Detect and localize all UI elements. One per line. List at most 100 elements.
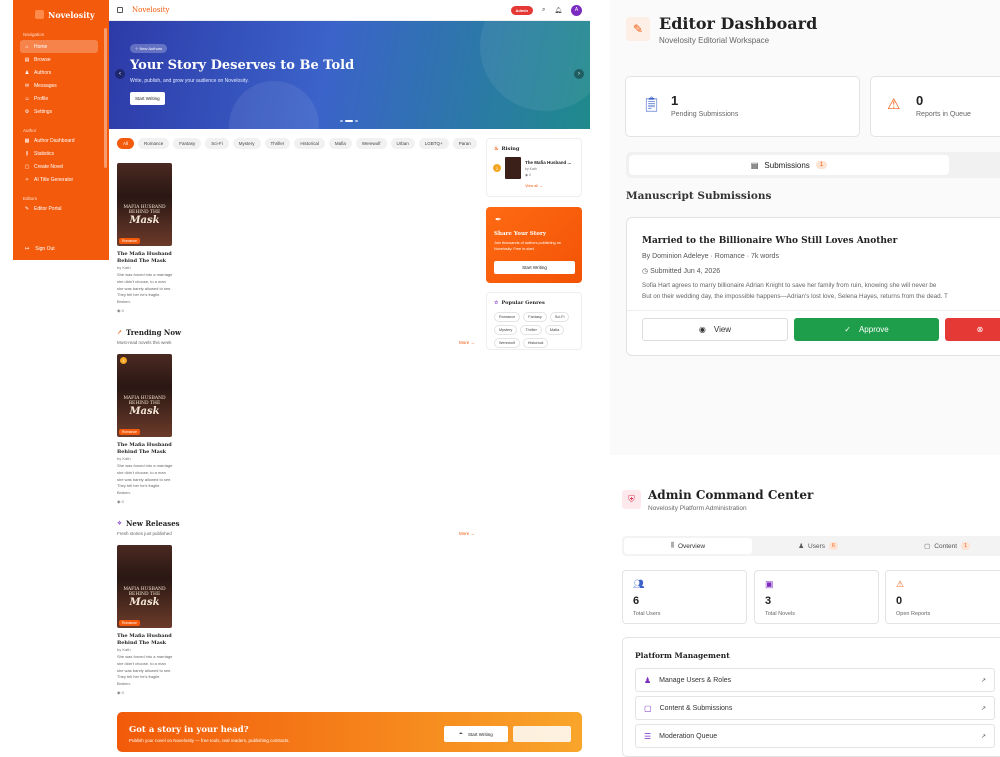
eye-icon: ◉ <box>698 325 706 334</box>
genre-pill[interactable]: Mystery <box>494 325 518 335</box>
tab-submissions[interactable]: ▤ Submissions 1 <box>629 155 949 175</box>
content-icon: ▢ <box>644 703 652 713</box>
sidebar-item-ai-title-generator[interactable]: ✧ AI Title Generator <box>20 173 98 186</box>
new-releases-subtitle: Fresh stories just published <box>117 531 172 536</box>
genre-pill[interactable]: Werewolf <box>494 338 520 348</box>
cta-subtitle: Publish your novel on Novelosity — free … <box>129 738 290 743</box>
genre-filter: All Romance Fantasy Sci-Fi Mystery Thril… <box>117 138 479 150</box>
hero-badge: ✧ New Authors <box>130 44 168 53</box>
trending-subtitle: Most-read novels this week <box>117 340 172 345</box>
hero-start-writing-button[interactable]: Start Writing <box>130 92 165 105</box>
sidebar-item-create-novel[interactable]: ▢ Create Novel <box>20 160 98 173</box>
cta-start-writing-button[interactable]: ✒ Start Writing <box>444 726 508 742</box>
genre-chip[interactable]: LGBTQ+ <box>418 138 449 149</box>
content-submissions-link[interactable]: ▢ Content & Submissions ↗ <box>635 696 995 720</box>
genre-pill[interactable]: Fantasy <box>523 312 547 322</box>
editor-dashboard: ✎ Editor Dashboard Novelosity Editorial … <box>610 0 1000 455</box>
book-card[interactable]: MAFIA HUSBAND BEHIND THE Mask Romance The … <box>117 163 177 313</box>
home-icon: ⌂ <box>25 43 29 50</box>
reject-button[interactable]: ⊗ <box>945 318 1000 341</box>
genre-pill[interactable]: Mafia <box>544 325 565 335</box>
bell-icon[interactable]: 🔔︎ <box>554 7 562 14</box>
user-cog-icon: ♟ <box>644 675 652 685</box>
manuscript-card: Married to the Billionaire Who Still Lov… <box>626 217 1000 356</box>
sidebar-item-label: Settings <box>34 108 53 115</box>
cover-text: MAFIA HUSBAND BEHIND THE Mask <box>123 205 166 226</box>
sidebar-item-profile[interactable]: ☺ Profile <box>20 92 98 105</box>
stat-label: Open Reports <box>896 611 931 617</box>
logo-icon <box>35 10 44 19</box>
pending-submissions-stat: 📋︎ 1 Pending Submissions <box>625 76 860 137</box>
external-arrow-icon: ↗ <box>980 733 986 740</box>
tab-users[interactable]: ♟ Users 6 <box>754 538 882 554</box>
carousel-dot[interactable] <box>355 120 358 122</box>
topbar-brand[interactable]: Novelosity <box>132 6 170 14</box>
topbar: Novelosity Admin ⌕ 🔔︎ A <box>109 0 590 21</box>
tab-content[interactable]: ▢ Content 1 <box>884 538 1000 554</box>
genre-pill[interactable]: Sci-Fi <box>549 312 570 322</box>
manage-users-link[interactable]: ♟ Manage Users & Roles ↗ <box>635 668 995 692</box>
moderation-queue-link[interactable]: ☰ Moderation Queue ↗ <box>635 724 995 748</box>
genre-chip[interactable]: Mystery <box>232 138 261 149</box>
manuscript-excerpt: Sofia Hart agrees to marry billionaire A… <box>642 282 948 300</box>
manuscript-title: Married to the Billionaire Who Still Lov… <box>642 236 898 246</box>
genre-pill[interactable]: Thriller <box>520 325 542 335</box>
genre-chip[interactable]: Fantasy <box>173 138 202 149</box>
genre-chip[interactable]: Historical <box>294 138 325 149</box>
chart-icon: ⫼ <box>25 150 29 157</box>
sidebar-item-messages[interactable]: ✉ Messages <box>20 79 98 92</box>
trending-more-link[interactable]: More → <box>459 340 475 345</box>
sidebar-item-statistics[interactable]: ⫼ Statistics <box>20 147 98 160</box>
sidebar-logo[interactable]: Novelosity <box>13 0 109 22</box>
genre-chip[interactable]: Werewolf <box>355 138 387 149</box>
genre-chip[interactable]: Romance <box>138 138 170 149</box>
admin-badge[interactable]: Admin <box>510 5 533 15</box>
editor-tabs: ▤ Submissions 1 <box>626 152 1000 178</box>
avatar[interactable]: A <box>571 4 582 16</box>
sidebar-item-author-dashboard[interactable]: ▦ Author Dashboard <box>20 134 98 147</box>
genre-chip[interactable]: Sci-Fi <box>205 138 229 149</box>
external-arrow-icon: ↗ <box>980 705 986 712</box>
carousel-dot[interactable] <box>345 120 353 122</box>
view-all-link[interactable]: View all → <box>487 184 581 193</box>
open-reports-stat: ⚠ 0 Open Reports <box>885 570 1000 624</box>
stat-value: 6 <box>633 595 640 607</box>
genre-pill[interactable]: Romance <box>494 312 521 322</box>
genre-chip[interactable]: All <box>117 138 135 149</box>
carousel-dot[interactable] <box>340 120 343 122</box>
share-start-writing-button[interactable]: Start Writing <box>494 261 575 274</box>
flame-icon: ♨ <box>494 146 499 152</box>
chevron-right-icon[interactable]: › <box>574 69 584 79</box>
chevron-left-icon[interactable]: ‹ <box>115 69 125 79</box>
sidebar-item-browse[interactable]: ▤ Browse <box>20 53 98 66</box>
new-releases-more-link[interactable]: More → <box>459 531 475 536</box>
cta-secondary-button[interactable] <box>513 726 571 742</box>
genre-chip[interactable]: Urban <box>390 138 415 149</box>
sidebar-item-home[interactable]: ⌂ Home <box>20 40 98 53</box>
rising-item[interactable]: 1 The Mafia Husband ... by Kath ◉ 0 <box>487 152 581 184</box>
approve-button[interactable]: ✓ Approve <box>794 318 939 341</box>
sidebar-scrollbar[interactable] <box>104 28 107 168</box>
hero-decoration <box>229 81 319 129</box>
stat-value: 1 <box>671 93 679 108</box>
sidebar-item-editor-portal[interactable]: ✎ Editor Portal <box>20 202 98 215</box>
cta-banner: Got a story in your head? Publish your n… <box>117 712 582 752</box>
link-label: Manage Users & Roles <box>659 676 732 684</box>
sign-out-button[interactable]: ↦ Sign Out <box>25 246 55 252</box>
genre-pill[interactable]: Historical <box>522 338 549 348</box>
genre-chip[interactable]: Paran <box>452 138 477 149</box>
sidebar-item-authors[interactable]: ♟ Authors <box>20 66 98 79</box>
view-button[interactable]: ◉ View <box>642 318 788 341</box>
search-icon[interactable]: ⌕ <box>542 7 545 14</box>
book-card[interactable]: 1 MAFIA HUSBAND BEHIND THE Mask Romance Th… <box>117 354 177 504</box>
sidebar-item-settings[interactable]: ⚙ Settings <box>20 105 98 118</box>
sidebar-toggle-icon[interactable] <box>117 7 123 13</box>
sidebar-item-label: Statistics <box>34 150 55 157</box>
book-thumbnail <box>505 157 521 179</box>
genre-chip[interactable]: Thriller <box>264 138 291 149</box>
tab-overview[interactable]: ⫼ Overview <box>624 538 752 554</box>
editor-title: Editor Dashboard <box>659 14 818 33</box>
book-card[interactable]: MAFIA HUSBAND BEHIND THE Mask Romance The … <box>117 545 177 695</box>
shield-icon: ⛨ <box>622 490 641 509</box>
genre-chip[interactable]: Mafia <box>328 138 352 149</box>
